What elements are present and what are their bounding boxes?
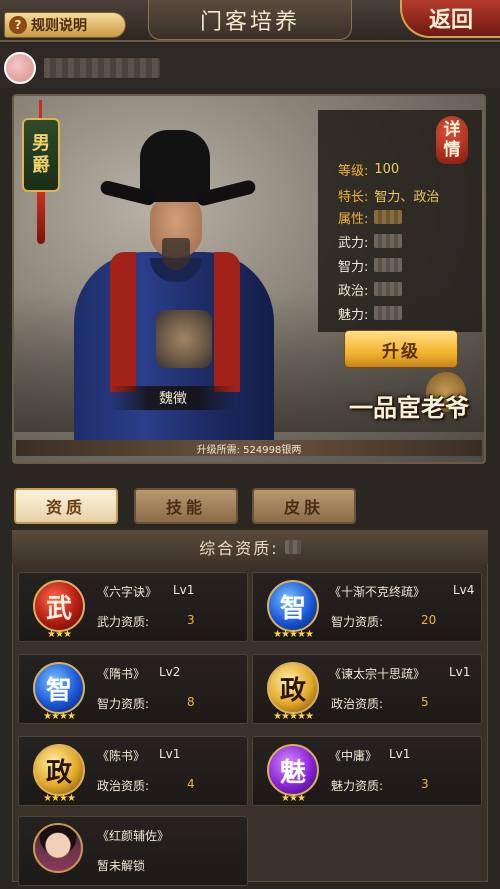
stat-value-blurred xyxy=(374,258,403,272)
hero-beard xyxy=(162,238,190,270)
skill-attr: 智力资质: xyxy=(97,697,150,711)
skill-value: 3 xyxy=(421,777,429,791)
skill-attr: 政治资质: xyxy=(331,697,384,711)
star-rating: ★★★★ xyxy=(43,711,76,722)
aptitude-header-label: 综合资质: xyxy=(199,539,279,558)
skill-name: 《陈书》 xyxy=(97,749,146,763)
stat-label: 特长: xyxy=(338,189,369,205)
skill-name: 《中庸》 xyxy=(329,749,378,763)
title-logo: 一品宦老爷 xyxy=(349,392,469,422)
question-icon: ? xyxy=(9,16,27,34)
skill-level: Lv1 xyxy=(389,747,411,761)
rank-string xyxy=(39,100,42,120)
star-rating: ★★★★★ xyxy=(273,629,314,640)
skill-level: Lv1 xyxy=(159,747,181,761)
upgrade-button[interactable]: 升级 xyxy=(344,330,458,368)
stat-label: 政治: xyxy=(338,283,369,299)
skill-level: Lv1 xyxy=(449,665,471,679)
skill-card[interactable]: 政 ★★★★★ 《谏太宗十思疏》 Lv1 政治资质: 5 xyxy=(252,654,482,724)
stat-force: 武力: xyxy=(338,232,403,251)
force-icon: 武 xyxy=(33,580,85,632)
detail-char-1: 详 xyxy=(443,120,461,140)
avatar[interactable] xyxy=(4,52,36,84)
aptitude-header: 综合资质: xyxy=(12,530,488,564)
stat-label: 武力: xyxy=(338,235,369,251)
stat-label: 属性: xyxy=(338,211,369,227)
aptitude-total-blurred xyxy=(284,540,301,554)
skill-attr: 智力资质: xyxy=(331,615,384,629)
tab-skills[interactable]: 技能 xyxy=(134,488,238,524)
stat-label: 魅力: xyxy=(338,307,369,323)
intellect-icon: 智 xyxy=(267,580,319,632)
stat-specialty: 特长: 智力、政治 xyxy=(338,186,440,205)
politics-icon: 政 xyxy=(267,662,319,714)
stat-value-blurred xyxy=(374,306,403,320)
intellect-icon: 智 xyxy=(33,662,85,714)
skill-value: 5 xyxy=(421,695,429,709)
stat-value: 智力、政治 xyxy=(374,189,440,205)
star-rating: ★★★★ xyxy=(43,793,76,804)
stat-charm: 魅力: xyxy=(338,304,403,323)
tab-aptitude[interactable]: 资质 xyxy=(14,488,118,524)
tab-skins[interactable]: 皮肤 xyxy=(252,488,356,524)
stat-label: 等级: xyxy=(338,163,369,179)
page-title: 门客培养 xyxy=(148,0,352,40)
detail-char-2: 情 xyxy=(443,140,461,160)
rank-tag: 男 爵 xyxy=(22,118,60,192)
skill-name: 《隋书》 xyxy=(97,667,146,681)
skill-name: 《谏太宗十思疏》 xyxy=(329,667,426,681)
robe-sash-right xyxy=(214,252,240,392)
stat-politics: 政治: xyxy=(338,280,403,299)
stat-value-blurred xyxy=(374,210,403,224)
skill-card[interactable]: 智 ★★★★★ 《十渐不克终疏》 Lv4 智力资质: 20 xyxy=(252,572,482,642)
rules-label: 规则说明 xyxy=(31,18,87,34)
skill-level: Lv4 xyxy=(453,583,475,597)
skill-name: 《红颜辅佐》 xyxy=(97,829,170,843)
skill-name: 《十渐不克终疏》 xyxy=(329,585,426,599)
star-rating: ★★★ xyxy=(47,629,72,640)
locked-skill-card[interactable]: 《红颜辅佐》 暂未解锁 xyxy=(18,816,248,886)
skill-card[interactable]: 政 ★★★★ 《陈书》 Lv1 政治资质: 4 xyxy=(18,736,248,806)
skill-value: 4 xyxy=(187,777,195,791)
stat-value-blurred xyxy=(374,234,403,248)
detail-button[interactable]: 详 情 xyxy=(436,116,468,164)
skill-value: 20 xyxy=(421,613,437,627)
stat-label: 智力: xyxy=(338,259,369,275)
skill-card[interactable]: 魅 ★★★ 《中庸》 Lv1 魅力资质: 3 xyxy=(252,736,482,806)
beauty-portrait xyxy=(33,823,83,873)
star-rating: ★★★ xyxy=(281,793,306,804)
stat-value: 100 xyxy=(374,161,400,177)
skill-level: Lv2 xyxy=(159,665,181,679)
skill-name: 《六字诀》 xyxy=(97,585,158,599)
politics-icon: 政 xyxy=(33,744,85,796)
stat-attribute: 属性: xyxy=(338,208,403,227)
star-rating: ★★★★★ xyxy=(273,711,314,722)
robe-emblem xyxy=(156,310,212,368)
skill-level: Lv1 xyxy=(173,583,195,597)
robe-sash-left xyxy=(110,252,136,392)
rules-button[interactable]: ? 规则说明 xyxy=(4,12,126,38)
stat-intellect: 智力: xyxy=(338,256,403,275)
skill-card[interactable]: 武 ★★★ 《六字诀》 Lv1 武力资质: 3 xyxy=(18,572,248,642)
skill-attr: 政治资质: xyxy=(97,779,150,793)
skill-value: 8 xyxy=(187,695,195,709)
rank-char-2: 爵 xyxy=(32,155,50,176)
back-button[interactable]: 返回 xyxy=(400,0,500,38)
skill-value: 3 xyxy=(187,613,195,627)
rank-tassel xyxy=(37,192,45,244)
locked-status: 暂未解锁 xyxy=(97,859,146,873)
skill-card[interactable]: 智 ★★★★ 《隋书》 Lv2 智力资质: 8 xyxy=(18,654,248,724)
charm-icon: 魅 xyxy=(267,744,319,796)
skill-attr: 魅力资质: xyxy=(331,779,384,793)
upgrade-cost-bar: 升级所需: 524998银两 xyxy=(16,440,482,456)
user-name-blurred xyxy=(44,58,160,78)
skill-attr: 武力资质: xyxy=(97,615,150,629)
stat-level: 等级: 100 xyxy=(338,160,400,179)
hero-name: 魏徵 xyxy=(110,386,236,410)
stat-value-blurred xyxy=(374,282,403,296)
rank-char-1: 男 xyxy=(32,133,50,154)
